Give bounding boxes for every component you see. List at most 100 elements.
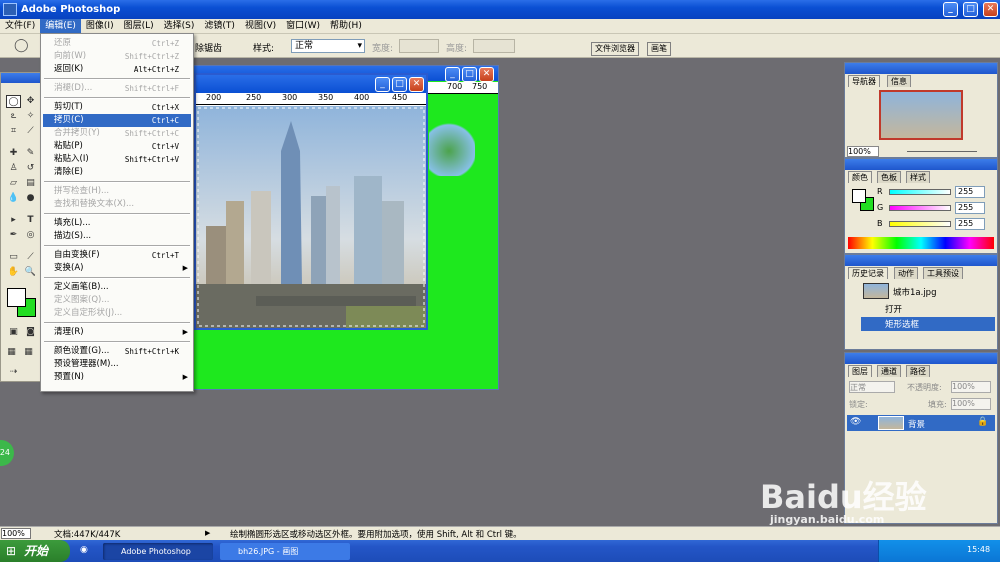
magic-wand-icon[interactable]: ✧ (23, 110, 38, 123)
marquee-tool-icon[interactable]: ◯ (6, 95, 21, 108)
edit-menu-item[interactable]: 变换(A) ▶ (43, 262, 191, 275)
healing-brush-icon[interactable]: ✚ (6, 147, 21, 160)
edit-menu-item[interactable]: 定义画笔(B)... (43, 281, 191, 294)
quicklaunch-icon[interactable]: ◉ (80, 545, 88, 555)
tab-color[interactable]: 颜色 (848, 171, 872, 183)
edit-menu-item[interactable]: 预设管理器(M)... (43, 358, 191, 371)
tab-tool-presets[interactable]: 工具预设 (923, 267, 963, 279)
menu-0[interactable]: 文件(F) (0, 19, 40, 34)
nav-zoom-field[interactable]: 100% (847, 146, 879, 157)
history-brush-icon[interactable]: ↺ (23, 162, 38, 175)
move-tool-icon[interactable]: ✥ (23, 95, 38, 108)
opacity-field[interactable]: 100% (951, 381, 991, 393)
eyedropper-icon[interactable]: ⟋ (23, 251, 38, 264)
width-field[interactable] (399, 39, 439, 53)
edit-menu-item[interactable]: 粘贴入(I) Shift+Ctrl+V (43, 153, 191, 166)
quickmask-mode-icon[interactable]: ◙ (23, 326, 38, 339)
fill-field[interactable]: 100% (951, 398, 991, 410)
tab-info[interactable]: 信息 (887, 75, 911, 87)
jump-to-icon[interactable]: ⇢ (6, 366, 21, 379)
status-zoom[interactable]: 100% (1, 528, 31, 539)
tab-styles[interactable]: 样式 (906, 171, 930, 183)
tab-actions[interactable]: 动作 (894, 267, 918, 279)
tab-navigator[interactable]: 导航器 (848, 75, 880, 87)
edit-menu-item[interactable]: 预置(N) ▶ (43, 371, 191, 384)
arrow-right-icon[interactable]: ▶ (205, 529, 210, 537)
eraser-tool-icon[interactable]: ▱ (6, 177, 21, 190)
path-select-icon[interactable]: ▸ (6, 214, 21, 227)
tab-swatches[interactable]: 色板 (877, 171, 901, 183)
close-button[interactable]: ✕ (983, 2, 998, 17)
edit-menu-item[interactable]: 颜色设置(G)... Shift+Ctrl+K (43, 345, 191, 358)
type-tool-icon[interactable]: T (23, 214, 38, 227)
lasso-tool-icon[interactable]: ఽ (6, 110, 21, 123)
channel-slider[interactable] (889, 189, 951, 195)
hand-tool-icon[interactable]: ✋ (6, 266, 21, 279)
color-fg-swatch[interactable] (852, 189, 866, 203)
dodge-tool-icon[interactable]: ● (23, 192, 38, 205)
menu-6[interactable]: 视图(V) (240, 19, 281, 34)
eye-icon[interactable]: 👁 (850, 417, 861, 427)
height-field[interactable] (473, 39, 515, 53)
channel-value[interactable]: 255 (955, 218, 985, 230)
tab-layers[interactable]: 图层 (848, 365, 872, 377)
edit-menu-item[interactable]: 返回(K) Alt+Ctrl+Z (43, 63, 191, 76)
shape-tool-icon[interactable]: ◎ (23, 229, 38, 242)
channel-slider[interactable] (889, 221, 951, 227)
img-minimize-button[interactable]: _ (375, 77, 390, 92)
menu-7[interactable]: 窗口(W) (281, 19, 325, 34)
snapshot-name[interactable]: 城市1a.jpg (893, 286, 936, 298)
img-close-button[interactable]: ✕ (409, 77, 424, 92)
maximize-button[interactable]: □ (963, 2, 978, 17)
nav-zoom-slider[interactable] (907, 151, 977, 152)
style-select[interactable]: 正常 ▾ (291, 39, 365, 53)
minimize-button[interactable]: _ (943, 2, 958, 17)
crop-tool-icon[interactable]: ⌗ (6, 125, 21, 138)
edit-menu-item[interactable]: 清理(R) ▶ (43, 326, 191, 339)
foreground-swatch[interactable] (7, 288, 26, 307)
gradient-tool-icon[interactable]: ▤ (23, 177, 38, 190)
edit-menu-item[interactable]: 粘贴(P) Ctrl+V (43, 140, 191, 153)
menu-1[interactable]: 编辑(E) (40, 18, 81, 34)
notes-tool-icon[interactable]: ▭ (6, 251, 21, 264)
doc-maximize-button[interactable]: □ (462, 67, 477, 82)
menu-2[interactable]: 图像(I) (81, 19, 119, 34)
color-spectrum[interactable] (848, 237, 994, 249)
task-paint[interactable]: bh26.JPG - 画图 (220, 543, 350, 560)
zoom-tool-icon[interactable]: 🔍 (23, 266, 38, 279)
doc-close-button[interactable]: ✕ (479, 67, 494, 82)
tab-history[interactable]: 历史记录 (848, 267, 888, 279)
edit-menu-item[interactable]: 描边(S)... (43, 230, 191, 243)
edit-menu-item[interactable]: 填充(L)... (43, 217, 191, 230)
doc-minimize-button[interactable]: _ (445, 67, 460, 82)
stamp-tool-icon[interactable]: ♙ (6, 162, 21, 175)
fullscreen-mode-icon[interactable]: ▦ (21, 346, 36, 359)
menu-8[interactable]: 帮助(H) (325, 19, 367, 34)
tab-paths[interactable]: 路径 (906, 365, 930, 377)
screen-mode-icon[interactable]: ▦ (4, 346, 19, 359)
menu-3[interactable]: 图层(L) (119, 19, 159, 34)
dock-tab-brushes[interactable]: 画笔 (647, 42, 671, 56)
blend-mode-select[interactable]: 正常 (849, 381, 895, 393)
img-maximize-button[interactable]: □ (392, 77, 407, 92)
blur-tool-icon[interactable]: 💧 (6, 192, 21, 205)
edit-menu-item[interactable]: 拷贝(C) Ctrl+C (43, 114, 191, 127)
slice-tool-icon[interactable]: ⟋ (23, 125, 38, 138)
float-badge[interactable]: 24 (0, 440, 14, 466)
pen-tool-icon[interactable]: ✒ (6, 229, 21, 242)
brush-tool-icon[interactable]: ✎ (23, 147, 38, 160)
edit-menu-item[interactable]: 自由变换(F) Ctrl+T (43, 249, 191, 262)
standard-mode-icon[interactable]: ▣ (6, 326, 21, 339)
dock-tab-file-browser[interactable]: 文件浏览器 (591, 42, 639, 56)
history-step-active[interactable] (861, 317, 995, 331)
channel-value[interactable]: 255 (955, 202, 985, 214)
ellipse-marquee-icon[interactable]: ◯ (14, 38, 29, 53)
menu-4[interactable]: 选择(S) (159, 19, 200, 34)
channel-slider[interactable] (889, 205, 951, 211)
edit-menu-item[interactable]: 清除(E) (43, 166, 191, 179)
channel-value[interactable]: 255 (955, 186, 985, 198)
navigator-thumbnail[interactable] (879, 90, 963, 140)
edit-menu-item[interactable]: 剪切(T) Ctrl+X (43, 101, 191, 114)
tab-channels[interactable]: 通道 (877, 365, 901, 377)
task-photoshop[interactable]: Adobe Photoshop (103, 543, 213, 560)
